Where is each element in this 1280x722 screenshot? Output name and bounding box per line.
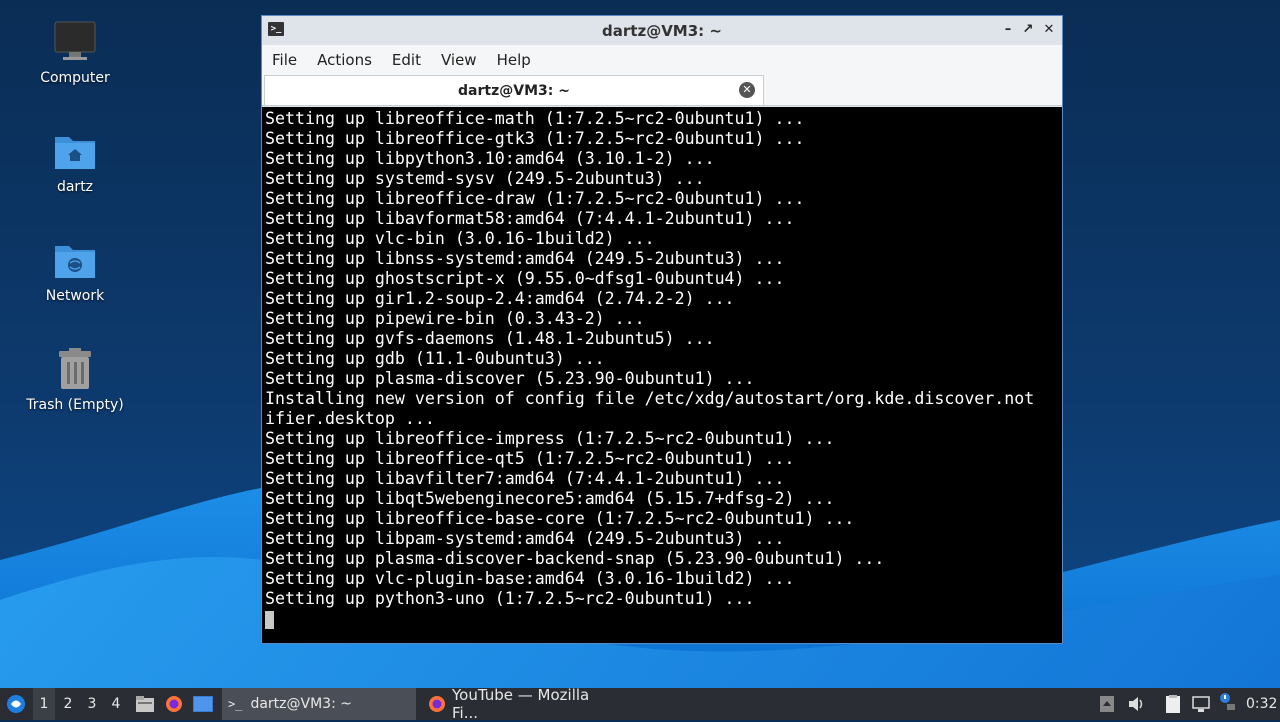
clock[interactable]: 0:32 bbox=[1246, 688, 1277, 720]
network-icon[interactable] bbox=[1192, 695, 1210, 713]
desktop-icon-label: Computer bbox=[40, 70, 110, 86]
maximize-icon[interactable]: ↗ bbox=[1020, 22, 1036, 38]
terminal-output[interactable]: Setting up libreoffice-math (1:7.2.5~rc2… bbox=[262, 107, 1062, 643]
menu-actions[interactable]: Actions bbox=[307, 51, 382, 69]
terminal-line: Setting up libqt5webenginecore5:amd64 (5… bbox=[265, 489, 835, 508]
tab-terminal[interactable]: dartz@VM3: ~ ✕ bbox=[264, 75, 764, 105]
file-manager-launcher-icon[interactable] bbox=[134, 688, 156, 720]
tab-bar: dartz@VM3: ~ ✕ bbox=[262, 75, 1062, 106]
terminal-line: Setting up python3-uno (1:7.2.5~rc2-0ubu… bbox=[265, 589, 755, 608]
menu-edit[interactable]: Edit bbox=[382, 51, 431, 69]
home-folder-icon bbox=[53, 129, 97, 173]
terminal-line: Setting up libreoffice-qt5 (1:7.2.5~rc2-… bbox=[265, 449, 795, 468]
task-terminal[interactable]: >_ dartz@VM3: ~ bbox=[222, 688, 416, 720]
terminal-line: Setting up libavfilter7:amd64 (7:4.4.1-2… bbox=[265, 469, 785, 488]
terminal-line: Setting up libreoffice-base-core (1:7.2.… bbox=[265, 509, 855, 528]
desktop-icon-trash[interactable]: Trash (Empty) bbox=[20, 347, 130, 413]
terminal-cursor bbox=[265, 610, 274, 629]
terminal-line: Setting up vlc-plugin-base:amd64 (3.0.16… bbox=[265, 569, 795, 588]
terminal-line: Setting up gir1.2-soup-2.4:amd64 (2.74.2… bbox=[265, 289, 735, 308]
task-label: YouTube — Mozilla Fi... bbox=[452, 686, 590, 722]
workspace-2[interactable]: 2 bbox=[57, 688, 79, 720]
terminal-line: ifier.desktop ... bbox=[265, 409, 435, 428]
menu-file[interactable]: File bbox=[262, 51, 307, 69]
terminal-icon: >_ bbox=[268, 22, 284, 36]
terminal-line: Setting up ghostscript-x (9.55.0~dfsg1-0… bbox=[265, 269, 785, 288]
terminal-line: Setting up vlc-bin (3.0.16-1build2) ... bbox=[265, 229, 655, 248]
desktop-icon-label: dartz bbox=[56, 179, 94, 195]
terminal-line: Setting up libreoffice-math (1:7.2.5~rc2… bbox=[265, 109, 805, 128]
close-icon[interactable]: ✕ bbox=[1041, 22, 1057, 38]
start-menu-icon[interactable] bbox=[4, 688, 28, 720]
taskbar: 1 2 3 4 >_ dartz@VM3: ~ YouTube — Mozill… bbox=[0, 686, 1280, 722]
terminal-line: Setting up libreoffice-gtk3 (1:7.2.5~rc2… bbox=[265, 129, 805, 148]
monitor-icon bbox=[53, 20, 97, 64]
workspace-3[interactable]: 3 bbox=[81, 688, 103, 720]
terminal-prompt-line bbox=[265, 609, 1062, 629]
trash-icon bbox=[53, 347, 97, 391]
desktop-icon-label: Trash (Empty) bbox=[26, 397, 124, 413]
task-firefox[interactable]: YouTube — Mozilla Fi... bbox=[422, 686, 622, 722]
terminal-window[interactable]: >_ dartz@VM3: ~ – ↗ ✕ File Actions Edit … bbox=[261, 15, 1063, 644]
show-desktop-icon[interactable] bbox=[192, 688, 214, 720]
terminal-line: Setting up gvfs-daemons (1.48.1-2ubuntu5… bbox=[265, 329, 715, 348]
terminal-line: Setting up libreoffice-impress (1:7.2.5~… bbox=[265, 429, 835, 448]
desktop-icon-home[interactable]: dartz bbox=[20, 129, 130, 195]
desktop-icon-label: Network bbox=[45, 288, 105, 304]
notification-icon[interactable] bbox=[1217, 692, 1235, 710]
terminal-line: Setting up libpython3.10:amd64 (3.10.1-2… bbox=[265, 149, 715, 168]
terminal-line: Setting up libnss-systemd:amd64 (249.5-2… bbox=[265, 249, 785, 268]
desktop-icon-computer[interactable]: Computer bbox=[20, 20, 130, 86]
tab-close-icon[interactable]: ✕ bbox=[739, 82, 755, 98]
menu-help[interactable]: Help bbox=[487, 51, 541, 69]
workspace-1[interactable]: 1 bbox=[33, 688, 55, 720]
window-titlebar[interactable]: >_ dartz@VM3: ~ – ↗ ✕ bbox=[262, 16, 1062, 45]
terminal-line: Setting up gdb (11.1-0ubuntu3) ... bbox=[265, 349, 605, 368]
firefox-launcher-icon[interactable] bbox=[163, 688, 185, 720]
menu-view[interactable]: View bbox=[431, 51, 487, 69]
menubar: File Actions Edit View Help bbox=[262, 45, 1062, 75]
terminal-line: Setting up libpam-systemd:amd64 (249.5-2… bbox=[265, 529, 785, 548]
terminal-line: Setting up pipewire-bin (0.3.43-2) ... bbox=[265, 309, 645, 328]
minimize-icon[interactable]: – bbox=[1000, 22, 1016, 38]
terminal-line: Setting up libavformat58:amd64 (7:4.4.1-… bbox=[265, 209, 795, 228]
desktop-icon-network[interactable]: Network bbox=[20, 238, 130, 304]
terminal-line: Setting up systemd-sysv (249.5-2ubuntu3)… bbox=[265, 169, 705, 188]
clipboard-icon[interactable] bbox=[1164, 695, 1182, 713]
window-title: dartz@VM3: ~ bbox=[602, 21, 722, 40]
terminal-line: Setting up plasma-discover (5.23.90-0ubu… bbox=[265, 369, 755, 388]
firefox-icon bbox=[428, 695, 446, 714]
volume-icon[interactable] bbox=[1127, 695, 1145, 713]
workspace-4[interactable]: 4 bbox=[105, 688, 127, 720]
tab-label: dartz@VM3: ~ bbox=[458, 82, 570, 99]
terminal-icon: >_ bbox=[228, 697, 243, 711]
terminal-line: Installing new version of config file /e… bbox=[265, 389, 1035, 408]
terminal-line: Setting up libreoffice-draw (1:7.2.5~rc2… bbox=[265, 189, 805, 208]
tray-arrow-icon[interactable] bbox=[1099, 695, 1117, 713]
terminal-line: Setting up plasma-discover-backend-snap … bbox=[265, 549, 885, 568]
network-folder-icon bbox=[53, 238, 97, 282]
task-label: dartz@VM3: ~ bbox=[250, 696, 352, 712]
